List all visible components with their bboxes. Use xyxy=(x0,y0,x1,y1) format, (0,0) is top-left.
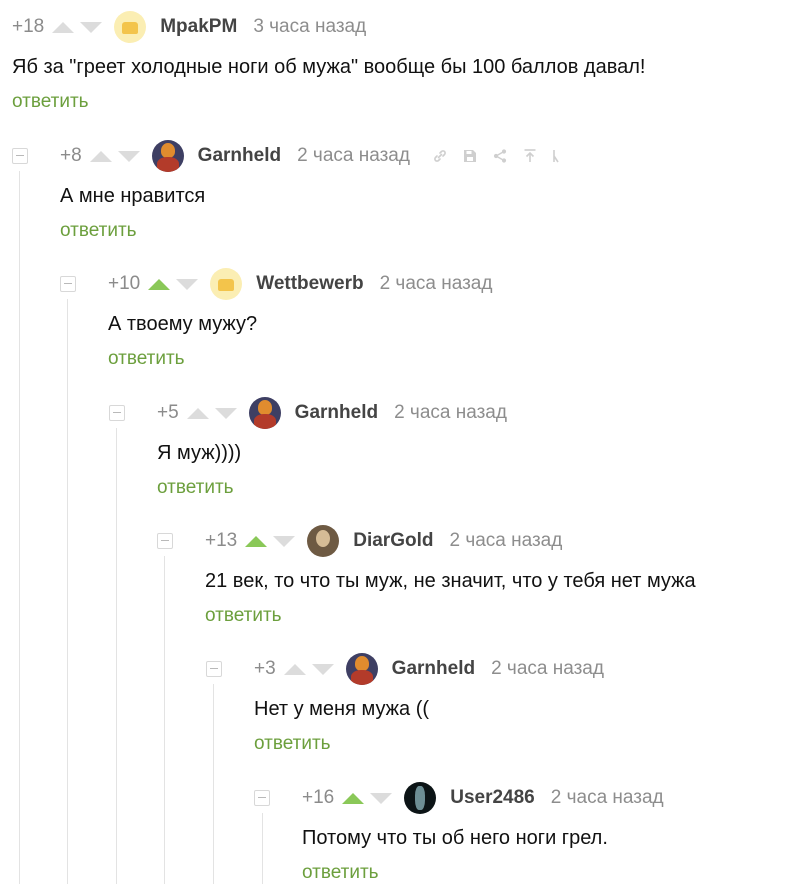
comment: +13 DiarGold 2 часа назад 21 век, то что… xyxy=(157,525,696,628)
avatar[interactable] xyxy=(114,11,147,43)
comment-header: +10 Wettbewerb 2 часа назад xyxy=(60,268,493,300)
downvote-button[interactable] xyxy=(273,535,296,547)
upvote-button[interactable] xyxy=(342,792,365,804)
reply-link[interactable]: ответить xyxy=(254,732,604,756)
comment-author[interactable]: User2486 xyxy=(450,787,535,809)
comment-rating: +8 xyxy=(60,145,82,166)
comment-rating: +3 xyxy=(254,658,276,679)
downvote-button[interactable] xyxy=(117,150,140,162)
share-icon[interactable] xyxy=(492,148,508,164)
downvote-button[interactable] xyxy=(311,663,334,675)
downvote-button[interactable] xyxy=(214,407,237,419)
comment-header: +16 User2486 2 часа назад xyxy=(254,782,664,814)
collapse-button[interactable] xyxy=(12,148,28,164)
comment: +10 Wettbewerb 2 часа назад А твоему муж… xyxy=(60,268,493,371)
reply-link[interactable]: ответить xyxy=(302,861,664,885)
comment-time[interactable]: 2 часа назад xyxy=(491,658,604,680)
comment-rating: +5 xyxy=(157,402,179,423)
comment-text: А мне нравится xyxy=(60,185,206,207)
comment-author[interactable]: MpakPM xyxy=(160,16,237,38)
vote-controls xyxy=(186,407,237,419)
comment-text: Яб за "греет холодные ноги об мужа" вооб… xyxy=(12,56,646,78)
comment-time[interactable]: 2 часа назад xyxy=(380,273,493,295)
upvote-button[interactable] xyxy=(52,21,75,33)
upvote-button[interactable] xyxy=(186,407,209,419)
comment-rating: +18 xyxy=(12,16,45,37)
collapse-button[interactable] xyxy=(109,405,125,421)
thread-line xyxy=(67,299,68,884)
comment-time[interactable]: 2 часа назад xyxy=(297,145,410,167)
reply-link[interactable]: ответить xyxy=(60,219,576,243)
vote-controls xyxy=(52,21,103,33)
upvote-button[interactable] xyxy=(245,535,268,547)
comment-rating: +13 xyxy=(205,530,238,551)
thread-line xyxy=(262,813,263,884)
downvote-button[interactable] xyxy=(370,792,393,804)
collapse-button[interactable] xyxy=(157,533,173,549)
comment-header: +13 DiarGold 2 часа назад xyxy=(157,525,696,557)
comment-header: +8 Garnheld 2 часа назад xyxy=(12,140,576,172)
comment-author[interactable]: DiarGold xyxy=(353,530,433,552)
comment-time[interactable]: 2 часа назад xyxy=(551,787,664,809)
comment-header: +18 MpakPM 3 часа назад xyxy=(12,11,645,43)
avatar[interactable] xyxy=(404,782,437,814)
reply-link[interactable]: ответить xyxy=(12,90,645,114)
avatar[interactable] xyxy=(151,140,184,172)
avatar[interactable] xyxy=(248,397,281,429)
vote-controls xyxy=(89,150,140,162)
thread-line xyxy=(19,171,20,884)
comment: +8 Garnheld 2 часа назад А мне нравится … xyxy=(12,140,576,243)
comment: +18 MpakPM 3 часа назад Яб за "греет хол… xyxy=(12,11,646,114)
more-icon[interactable] xyxy=(552,148,562,164)
save-icon[interactable] xyxy=(462,148,478,164)
collapse-button[interactable] xyxy=(206,661,222,677)
comment-tools xyxy=(432,148,576,164)
avatar[interactable] xyxy=(210,268,243,300)
comment-text: Я муж)))) xyxy=(157,442,242,464)
collapse-button[interactable] xyxy=(254,790,270,806)
reply-link[interactable]: ответить xyxy=(205,604,696,628)
comment-time[interactable]: 2 часа назад xyxy=(394,402,507,424)
vote-controls xyxy=(342,792,393,804)
comment: +3 Garnheld 2 часа назад Нет у меня мужа… xyxy=(206,653,604,756)
vote-controls xyxy=(148,278,199,290)
scroll-up-icon[interactable] xyxy=(522,148,538,164)
comment: +5 Garnheld 2 часа назад Я муж)))) ответ… xyxy=(109,397,507,500)
upvote-button[interactable] xyxy=(89,150,112,162)
upvote-button[interactable] xyxy=(283,663,306,675)
vote-controls xyxy=(245,535,296,547)
downvote-button[interactable] xyxy=(80,21,103,33)
reply-link[interactable]: ответить xyxy=(157,476,507,500)
comment-text: Потому что ты об него ноги грел. xyxy=(302,827,608,849)
comment-time[interactable]: 2 часа назад xyxy=(449,530,562,552)
avatar[interactable] xyxy=(345,653,378,685)
thread-line xyxy=(164,556,165,884)
comment-header: +3 Garnheld 2 часа назад xyxy=(206,653,604,685)
comment-author[interactable]: Wettbewerb xyxy=(256,273,363,295)
vote-controls xyxy=(283,663,334,675)
reply-link[interactable]: ответить xyxy=(108,347,492,371)
downvote-button[interactable] xyxy=(176,278,199,290)
upvote-button[interactable] xyxy=(148,278,171,290)
comment: +16 User2486 2 часа назад Потому что ты … xyxy=(254,782,664,885)
thread-line xyxy=(213,684,214,884)
comment-author[interactable]: Garnheld xyxy=(392,658,475,680)
comment-header: +5 Garnheld 2 часа назад xyxy=(109,397,507,429)
comment-text: Нет у меня мужа (( xyxy=(254,698,430,720)
comment-time[interactable]: 3 часа назад xyxy=(253,16,366,38)
comment-author[interactable]: Garnheld xyxy=(198,145,281,167)
comment-author[interactable]: Garnheld xyxy=(295,402,378,424)
thread-line xyxy=(116,428,117,884)
link-icon[interactable] xyxy=(432,148,448,164)
comment-rating: +10 xyxy=(108,273,141,294)
collapse-button[interactable] xyxy=(60,276,76,292)
comment-rating: +16 xyxy=(302,787,335,808)
comment-text: 21 век, то что ты муж, не значит, что у … xyxy=(205,570,696,592)
avatar[interactable] xyxy=(307,525,340,557)
comment-text: А твоему мужу? xyxy=(108,313,258,335)
